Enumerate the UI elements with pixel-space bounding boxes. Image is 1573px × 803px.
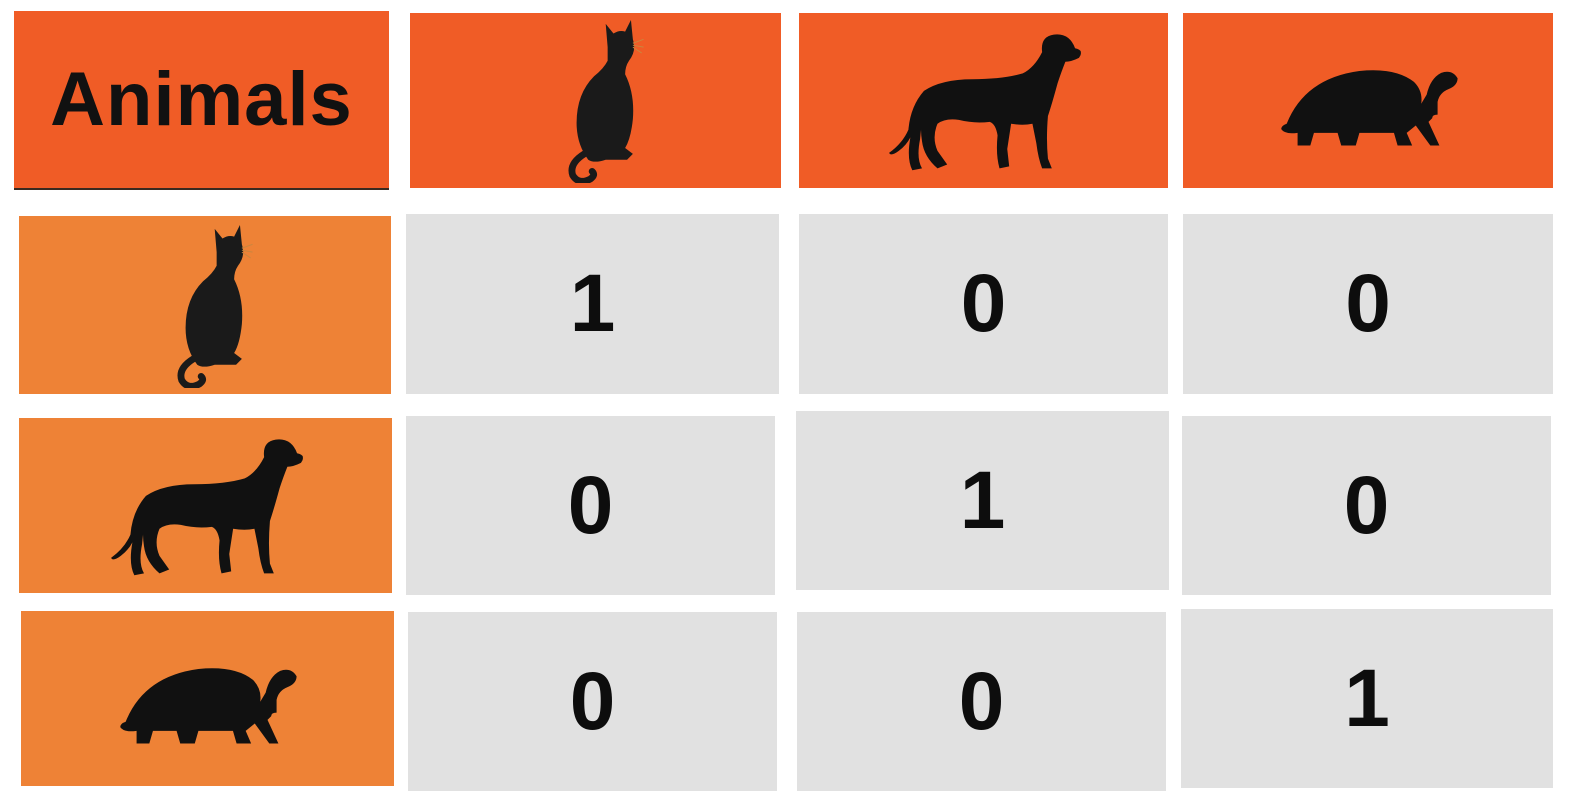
matrix-cell: 0 [799, 214, 1168, 394]
matrix-cell: 0 [1183, 214, 1553, 394]
cell-value: 0 [960, 258, 1007, 349]
cell-value: 0 [1343, 459, 1390, 551]
column-header-turtle [1183, 13, 1553, 188]
row-header-turtle [21, 611, 394, 786]
cell-value: 0 [958, 655, 1005, 747]
cell-value: 0 [569, 655, 616, 747]
title-cell: Animals [14, 11, 389, 190]
row-header-cat [19, 216, 391, 394]
cell-value: 0 [567, 459, 614, 551]
matrix-cell: 0 [406, 416, 775, 595]
cell-value: 1 [959, 454, 1006, 546]
matrix-cell: 0 [1182, 416, 1551, 595]
column-header-dog [799, 13, 1168, 188]
cat-icon [546, 18, 646, 183]
cell-value: 1 [1344, 652, 1390, 744]
matrix-cell: 0 [797, 612, 1166, 791]
column-header-cat [410, 13, 781, 188]
table-title: Animals [50, 57, 353, 142]
cat-icon [155, 223, 255, 388]
cell-value: 0 [1345, 258, 1391, 349]
matrix-cell: 1 [1181, 609, 1553, 788]
turtle-icon [115, 649, 300, 749]
matrix-cell: 1 [406, 214, 779, 394]
dog-icon [884, 23, 1084, 178]
row-header-dog [19, 418, 392, 593]
turtle-icon [1276, 51, 1461, 151]
cell-value: 1 [569, 258, 616, 349]
dog-icon [106, 428, 306, 583]
matrix-cell: 1 [796, 411, 1169, 590]
matrix-cell: 0 [408, 612, 777, 791]
animals-matrix: Animals 1 0 0 0 1 0 0 0 1 [0, 0, 1573, 803]
